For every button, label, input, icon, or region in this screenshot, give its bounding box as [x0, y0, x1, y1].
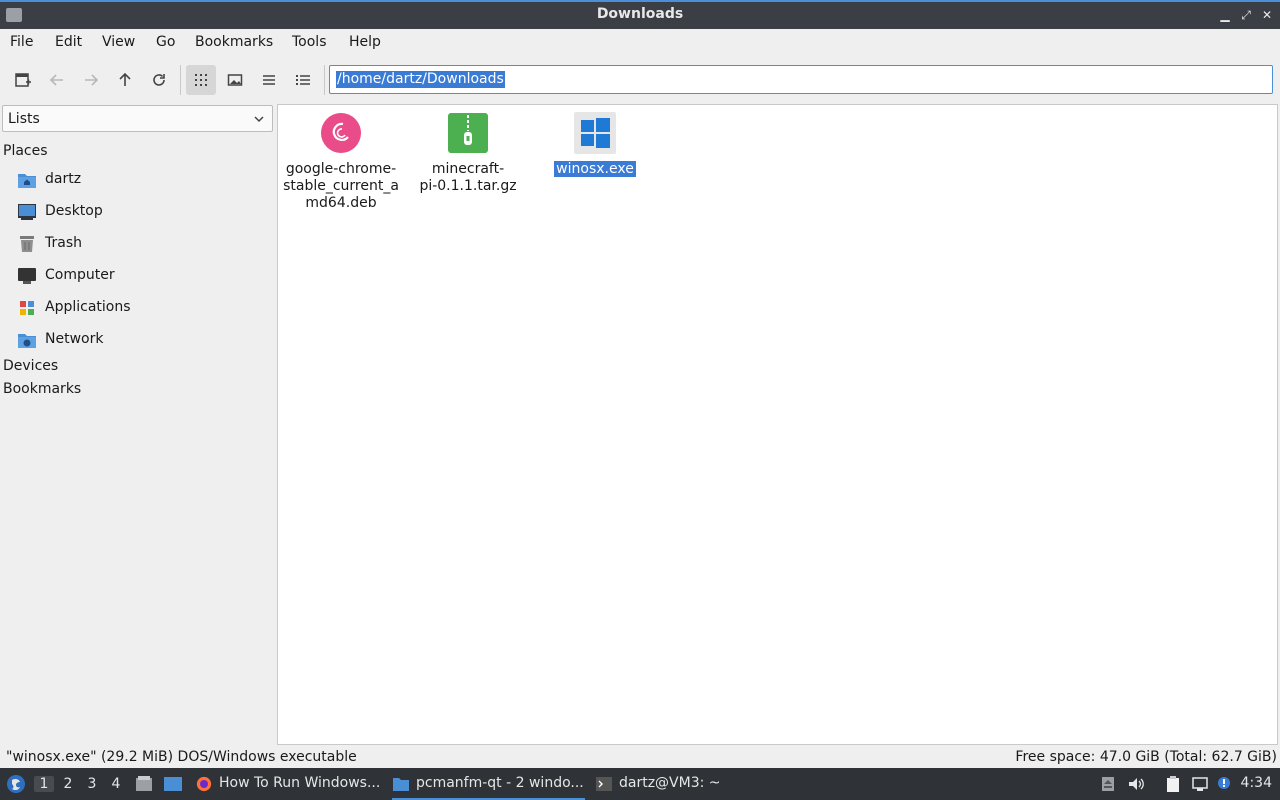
sidebar-item-home[interactable]: dartz — [0, 165, 276, 195]
path-input[interactable]: /home/dartz/Downloads — [329, 65, 1273, 94]
menu-tools[interactable]: Tools — [292, 34, 327, 50]
window-titlebar[interactable]: Downloads ▁ ⤢ ✕ — [0, 0, 1280, 29]
thumbnail-view-button[interactable] — [220, 65, 250, 95]
file-item[interactable]: google-chrome-stable_current_a md64.deb — [281, 110, 401, 212]
file-manager-launcher-icon[interactable] — [135, 775, 153, 793]
network-status-icon[interactable] — [1191, 776, 1209, 792]
detailed-list-view-icon — [296, 75, 310, 85]
forward-button[interactable] — [76, 65, 106, 95]
task-firefox[interactable]: How To Run Windows... — [195, 768, 385, 800]
computer-icon — [18, 268, 36, 284]
chevron-down-icon — [254, 116, 264, 123]
status-bar: "winosx.exe" (29.2 MiB) DOS/Windows exec… — [0, 746, 1280, 768]
menu-view[interactable]: View — [102, 34, 135, 50]
back-arrow-icon — [49, 74, 63, 86]
desktop-launcher-icon[interactable] — [163, 775, 183, 793]
menu-bookmarks[interactable]: Bookmarks — [195, 34, 273, 50]
eject-icon[interactable] — [1099, 776, 1117, 792]
task-label: dartz@VM3: ~ — [619, 775, 721, 791]
volume-icon[interactable] — [1127, 776, 1145, 792]
selection-info: "winosx.exe" (29.2 MiB) DOS/Windows exec… — [6, 749, 357, 765]
places-heading[interactable]: Places — [3, 143, 48, 159]
workspace-3[interactable]: 3 — [82, 776, 102, 792]
file-view[interactable]: google-chrome-stable_current_a md64.deb m… — [277, 104, 1278, 745]
file-name: winosx.exe — [554, 161, 636, 177]
folder-icon — [393, 778, 409, 791]
sidebar: Lists Places dartz Desktop Trash Compute… — [0, 104, 276, 744]
minimize-button[interactable]: ▁ — [1216, 6, 1234, 24]
compact-view-button[interactable] — [254, 65, 284, 95]
toolbar: /home/dartz/Downloads — [0, 57, 1280, 102]
sidebar-item-label: Network — [45, 331, 104, 347]
sidebar-item-applications[interactable]: Applications — [0, 293, 276, 323]
clipboard-icon[interactable] — [1164, 776, 1182, 792]
applications-icon — [20, 301, 34, 315]
taskbar: 1 2 3 4 How To Run Windows... pcmanfm-qt… — [0, 768, 1280, 800]
reload-icon — [153, 74, 165, 86]
maximize-button[interactable]: ⤢ — [1237, 6, 1255, 24]
icon-view-button[interactable] — [186, 65, 216, 95]
toolbar-separator — [180, 65, 181, 95]
close-button[interactable]: ✕ — [1258, 6, 1276, 24]
home-folder-icon — [18, 174, 36, 188]
file-name: google-chrome-stable_current_a md64.deb — [283, 161, 399, 211]
task-terminal[interactable]: dartz@VM3: ~ — [595, 768, 725, 800]
forward-arrow-icon — [85, 74, 99, 86]
icon-view-icon — [195, 74, 207, 86]
devices-heading[interactable]: Devices — [3, 358, 58, 374]
path-text: /home/dartz/Downloads — [336, 71, 505, 88]
debian-package-icon — [321, 113, 361, 153]
desktop-icon — [18, 204, 36, 220]
file-name: minecraft-pi-0.1.1.tar.gz — [419, 161, 517, 194]
sidebar-item-label: Computer — [45, 267, 115, 283]
compact-view-icon — [263, 75, 275, 85]
sidebar-item-computer[interactable]: Computer — [0, 261, 276, 291]
trash-icon — [20, 236, 34, 252]
menu-bar: File Edit View Go Bookmarks Tools Help — [0, 29, 1280, 57]
windows-executable-icon — [581, 118, 610, 148]
network-folder-icon — [18, 334, 36, 348]
back-button[interactable] — [42, 65, 72, 95]
file-item-selected[interactable]: winosx.exe — [535, 110, 655, 178]
thumbnail-view-icon — [227, 74, 243, 86]
new-tab-icon — [15, 73, 31, 87]
start-menu-icon[interactable] — [6, 774, 26, 794]
clock[interactable]: 4:34 — [1241, 775, 1272, 791]
menu-go[interactable]: Go — [156, 34, 175, 50]
sidebar-item-desktop[interactable]: Desktop — [0, 197, 276, 227]
workspace-1[interactable]: 1 — [34, 776, 54, 792]
toolbar-separator — [324, 65, 325, 95]
sidebar-item-network[interactable]: Network — [0, 325, 276, 355]
archive-icon — [448, 113, 488, 153]
sidebar-mode-select[interactable]: Lists — [2, 105, 273, 132]
detailed-list-view-button[interactable] — [288, 65, 318, 95]
task-label: How To Run Windows... — [219, 775, 381, 791]
workspace-2[interactable]: 2 — [58, 776, 78, 792]
new-tab-button[interactable] — [8, 65, 38, 95]
menu-edit[interactable]: Edit — [55, 34, 82, 50]
sidebar-item-label: Applications — [45, 299, 131, 315]
sidebar-item-label: Trash — [45, 235, 82, 251]
firefox-icon — [196, 776, 212, 792]
sidebar-item-trash[interactable]: Trash — [0, 229, 276, 259]
task-pcmanfm[interactable]: pcmanfm-qt - 2 windo... — [392, 768, 585, 800]
workspace-4[interactable]: 4 — [106, 776, 126, 792]
free-space-info: Free space: 47.0 GiB (Total: 62.7 GiB) — [1015, 749, 1277, 765]
reload-button[interactable] — [144, 65, 174, 95]
sidebar-mode-value: Lists — [8, 111, 40, 127]
window-title: Downloads — [596, 6, 684, 22]
menu-file[interactable]: File — [10, 34, 33, 50]
task-label: pcmanfm-qt - 2 windo... — [416, 775, 584, 791]
bookmarks-heading[interactable]: Bookmarks — [3, 381, 81, 397]
file-item[interactable]: minecraft-pi-0.1.1.tar.gz — [408, 110, 528, 195]
up-button[interactable] — [110, 65, 140, 95]
sidebar-item-label: Desktop — [45, 203, 103, 219]
sidebar-item-label: dartz — [45, 171, 82, 187]
notification-icon[interactable] — [1217, 776, 1235, 792]
terminal-icon — [596, 777, 612, 791]
menu-help[interactable]: Help — [349, 34, 381, 50]
up-arrow-icon — [119, 72, 131, 86]
